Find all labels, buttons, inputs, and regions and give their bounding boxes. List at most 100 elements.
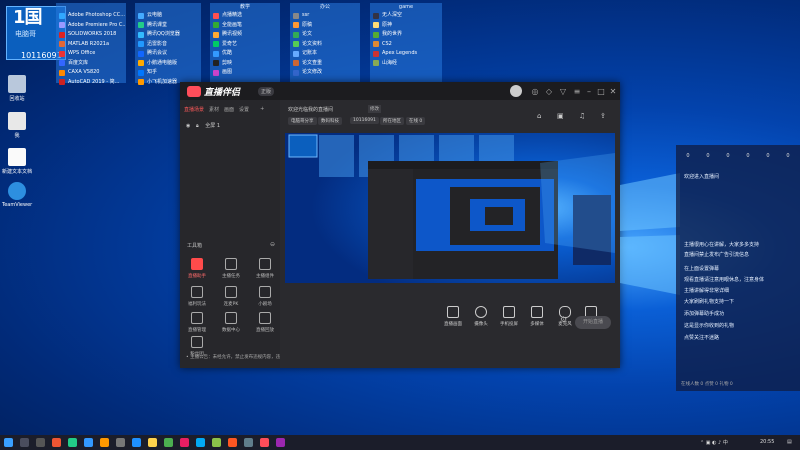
panel-item[interactable]: 原神 xyxy=(370,21,442,31)
edit-room-button[interactable]: 修改 xyxy=(368,105,381,113)
phone-cast-button[interactable]: 手机投屏 xyxy=(496,306,522,327)
panel-item[interactable]: 腾讯QQ浏览器 xyxy=(135,30,201,40)
minimize-icon[interactable]: – xyxy=(584,87,594,96)
tool-tasks[interactable]: 主播任务 xyxy=(220,258,242,279)
taskbar-app-icon[interactable] xyxy=(260,438,269,447)
bell-icon[interactable]: ♫ xyxy=(579,112,585,120)
room-tag[interactable]: 10116091 xyxy=(350,117,379,124)
panel-item[interactable]: 山海经 xyxy=(370,59,442,69)
gear-icon[interactable]: ⚙ xyxy=(560,315,567,324)
tab-scene[interactable]: 直播场景 xyxy=(184,106,204,113)
panel-item[interactable]: ssr xyxy=(290,11,360,21)
eye-icon[interactable]: ◉ xyxy=(186,123,190,129)
camera-icon[interactable]: ▣ xyxy=(557,112,564,120)
tool-components[interactable]: 主播组件 xyxy=(254,258,276,279)
taskbar-app-icon[interactable] xyxy=(84,438,93,447)
shirt-icon[interactable]: ▽ xyxy=(558,87,568,96)
room-tag[interactable]: 数码科技 xyxy=(318,117,342,125)
panel-item[interactable]: 剪映 xyxy=(210,59,280,69)
camera-button[interactable]: 摄像头 xyxy=(468,306,494,327)
taskbar-app-icon[interactable] xyxy=(228,438,237,447)
taskbar-app-icon[interactable] xyxy=(116,438,125,447)
panel-item[interactable]: 论文资料 xyxy=(290,40,360,50)
panel-item[interactable]: AutoCAD 2019 - 简... xyxy=(56,78,126,88)
maximize-icon[interactable]: □ xyxy=(596,87,606,96)
start-icon[interactable] xyxy=(4,438,13,447)
panel-item[interactable]: 爱奇艺 xyxy=(210,40,280,50)
tool-theater[interactable]: 小剧场 xyxy=(254,286,276,307)
desktop-icon-me[interactable]: 我 xyxy=(2,112,32,139)
tool-data[interactable]: 数据中心 xyxy=(220,312,242,333)
add-icon[interactable]: + xyxy=(260,106,264,113)
message-icon[interactable]: ◎ xyxy=(530,87,540,96)
toolbox-collapse-icon[interactable]: ⊖ xyxy=(270,241,275,248)
tool-manage[interactable]: 直播管理 xyxy=(186,312,208,333)
media-button[interactable]: 多媒体 xyxy=(524,306,550,327)
lock-icon[interactable]: 🔒︎ xyxy=(196,123,199,129)
taskbar-app-icon[interactable] xyxy=(244,438,253,447)
tool-live-assistant[interactable]: 直播助手 xyxy=(186,258,208,279)
panel-item[interactable]: 云电脑 xyxy=(135,11,201,21)
version-badge[interactable]: 正版 xyxy=(258,87,275,96)
room-tag[interactable]: 在线 0 xyxy=(406,117,426,125)
taskbar-app-icon[interactable] xyxy=(212,438,221,447)
panel-item[interactable]: 论文 xyxy=(290,30,360,40)
close-icon[interactable]: ✕ xyxy=(608,87,618,96)
panel-item[interactable]: WPS Office xyxy=(56,49,126,59)
taskbar-app-icon[interactable] xyxy=(132,438,141,447)
avatar[interactable] xyxy=(510,85,522,97)
title-bar[interactable]: 直播伴侣 正版 ◎ ◇ ▽ ≡ – □ ✕ xyxy=(180,82,620,100)
panel-item[interactable]: 无人深空 xyxy=(370,11,442,21)
panel-item[interactable]: CAXA VS820 xyxy=(56,68,126,78)
taskbar-app-icon[interactable] xyxy=(68,438,77,447)
tray-icons[interactable]: ⌃ ▣ ◐ ♪ 中 xyxy=(700,439,728,446)
tool-welfare[interactable]: 福利玩法 xyxy=(186,286,208,307)
taskbar-app-icon[interactable] xyxy=(148,438,157,447)
home-icon[interactable]: ⌂ xyxy=(537,112,541,120)
panel-item[interactable]: 论文修改 xyxy=(290,68,360,78)
panel-item[interactable]: 腾讯视频 xyxy=(210,30,280,40)
tool-pk[interactable]: 连麦PK xyxy=(220,286,242,307)
panel-item[interactable]: Adobe Photoshop CC... xyxy=(56,11,126,21)
panel-item[interactable]: MATLAB R2021a xyxy=(56,40,126,50)
panel-item[interactable]: 优酷 xyxy=(210,49,280,59)
scene-button[interactable]: 直播画面 xyxy=(440,306,466,327)
panel-item[interactable]: 论文查重 xyxy=(290,59,360,69)
menu-icon[interactable]: ≡ xyxy=(572,87,582,96)
desktop-icon-recycle-bin[interactable]: 回收站 xyxy=(2,75,32,102)
taskbar-app-icon[interactable] xyxy=(52,438,61,447)
panel-item[interactable]: 点播精选 xyxy=(210,11,280,21)
taskbar-app-icon[interactable] xyxy=(164,438,173,447)
panel-item[interactable]: 小鹅通电脑版 xyxy=(135,59,201,69)
panel-item[interactable]: Adobe Premiere Pro C... xyxy=(56,21,126,31)
panel-item[interactable]: 原稿 xyxy=(290,21,360,31)
desktop-icon-teamviewer[interactable]: TeamViewer xyxy=(2,182,32,208)
panel-item[interactable]: 全能画笔 xyxy=(210,21,280,31)
taskbar-app-icon[interactable] xyxy=(276,438,285,447)
tab-material[interactable]: 素材 xyxy=(209,106,219,113)
panel-item[interactable]: 记账本 xyxy=(290,49,360,59)
taskbar-app-icon[interactable] xyxy=(180,438,189,447)
panel-item[interactable]: Apex Legends xyxy=(370,49,442,59)
room-tag[interactable]: 所在地区 xyxy=(380,117,404,125)
share-icon[interactable]: ⇪ xyxy=(600,112,606,120)
panel-item[interactable]: 我的世界 xyxy=(370,30,442,40)
panel-item[interactable]: 百度文库 xyxy=(56,59,126,69)
gift-icon[interactable]: ◇ xyxy=(544,87,554,96)
scene-row[interactable]: ◉ 🔒︎ 全屏 1 xyxy=(186,122,220,129)
task-view-icon[interactable] xyxy=(36,438,45,447)
start-live-button[interactable]: 开始直播 xyxy=(575,316,611,329)
panel-item[interactable]: 腾讯会议 xyxy=(135,49,201,59)
panel-item[interactable]: 迅雷影音 xyxy=(135,40,201,50)
taskbar-app-icon[interactable] xyxy=(196,438,205,447)
panel-item[interactable]: 画图 xyxy=(210,68,280,78)
search-icon[interactable] xyxy=(20,438,29,447)
clock[interactable]: 20:55 xyxy=(760,439,774,445)
panel-item[interactable]: 知乎 xyxy=(135,68,201,78)
tool-replay[interactable]: 直播回放 xyxy=(254,312,276,333)
taskbar-app-icon[interactable] xyxy=(100,438,109,447)
panel-item[interactable]: 腾讯课堂 xyxy=(135,21,201,31)
desktop-icon-new-text[interactable]: 新建文本文档 xyxy=(2,148,32,175)
panel-item[interactable]: CS2 xyxy=(370,40,442,50)
stream-preview[interactable] xyxy=(285,133,615,283)
